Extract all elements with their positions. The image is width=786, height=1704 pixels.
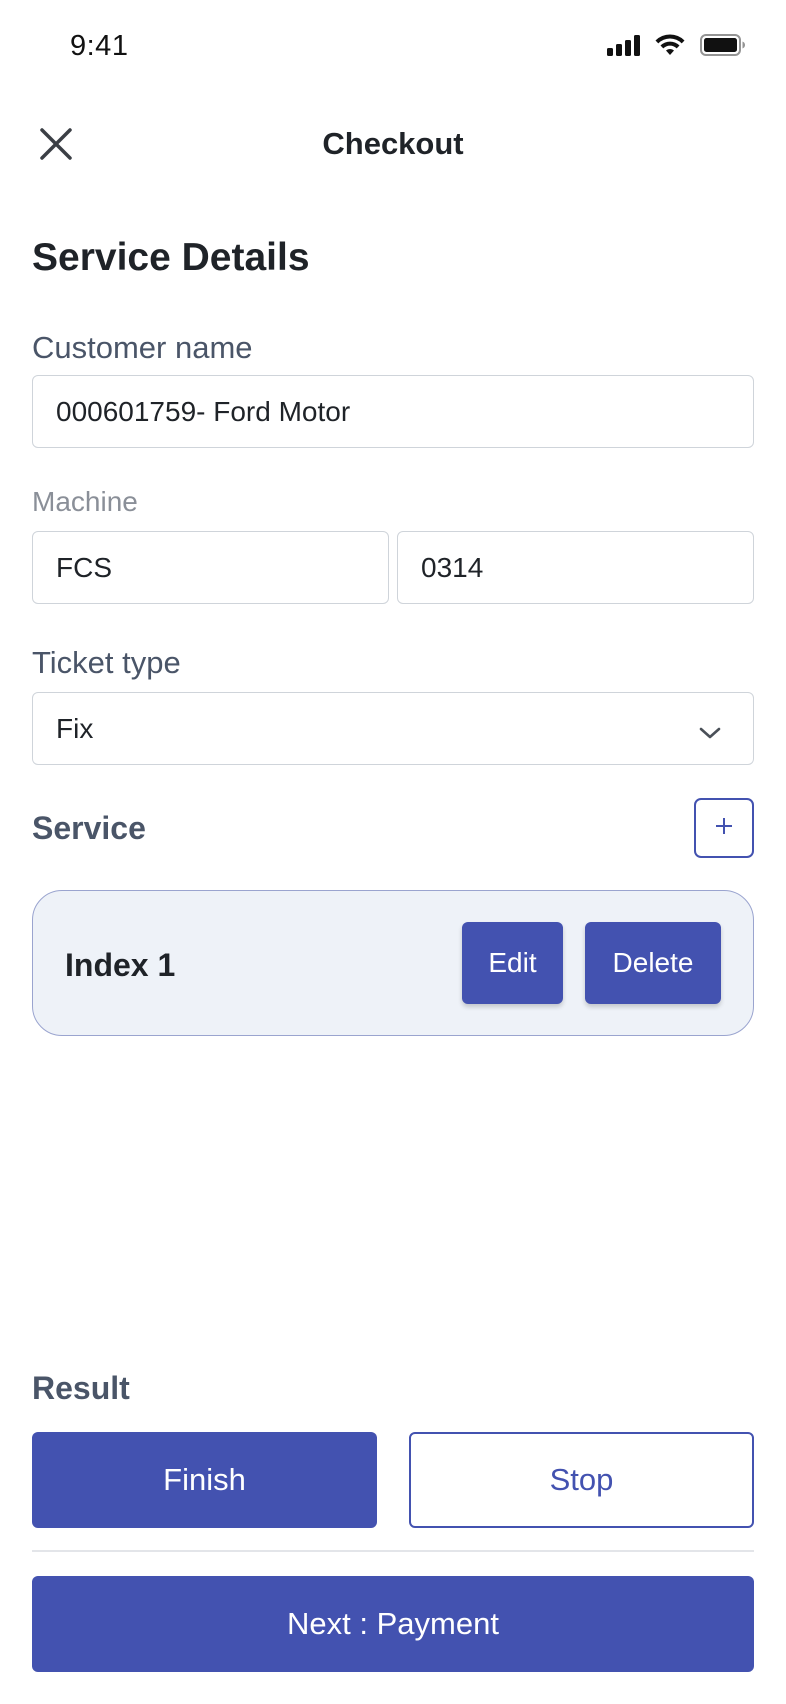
ticket-type-value: Fix (56, 712, 94, 744)
nav-bar: Checkout (0, 100, 786, 190)
machine-label: Machine (32, 486, 138, 517)
ticket-type-select[interactable]: Fix (32, 692, 754, 765)
next-payment-button[interactable]: Next : Payment (32, 1576, 754, 1672)
chevron-down-icon (697, 717, 723, 749)
edit-button[interactable]: Edit (462, 922, 563, 1004)
nav-title: Checkout (322, 126, 464, 161)
service-item-title: Index 1 (65, 947, 176, 983)
customer-name-value: 000601759- Ford Motor (56, 395, 351, 427)
result-label: Result (32, 1370, 130, 1406)
service-label: Service (32, 810, 146, 846)
status-bar: 9:41 (0, 0, 786, 96)
wifi-icon (654, 33, 686, 57)
service-card: Index 1 Edit Delete (32, 890, 754, 1036)
status-icons (607, 33, 746, 57)
machine-number-field[interactable]: 0314 (397, 531, 754, 604)
machine-model-value: FCS (56, 551, 112, 583)
stop-button[interactable]: Stop (409, 1432, 754, 1528)
customer-name-field[interactable]: 000601759- Ford Motor (32, 375, 754, 448)
status-time: 9:41 (70, 30, 129, 62)
finish-button[interactable]: Finish (32, 1432, 377, 1528)
plus-icon (713, 815, 735, 842)
machine-model-field[interactable]: FCS (32, 531, 389, 604)
customer-name-label: Customer name (32, 330, 253, 365)
delete-button[interactable]: Delete (585, 922, 721, 1004)
page-title: Service Details (32, 236, 310, 279)
checkout-screen: 9:41 Checkout Service Details Customer n… (0, 0, 786, 1704)
cellular-signal-icon (607, 34, 640, 56)
ticket-type-label: Ticket type (32, 645, 181, 680)
divider (32, 1550, 754, 1552)
add-service-button[interactable] (694, 798, 754, 858)
battery-icon (700, 34, 746, 56)
machine-number-value: 0314 (421, 551, 484, 583)
